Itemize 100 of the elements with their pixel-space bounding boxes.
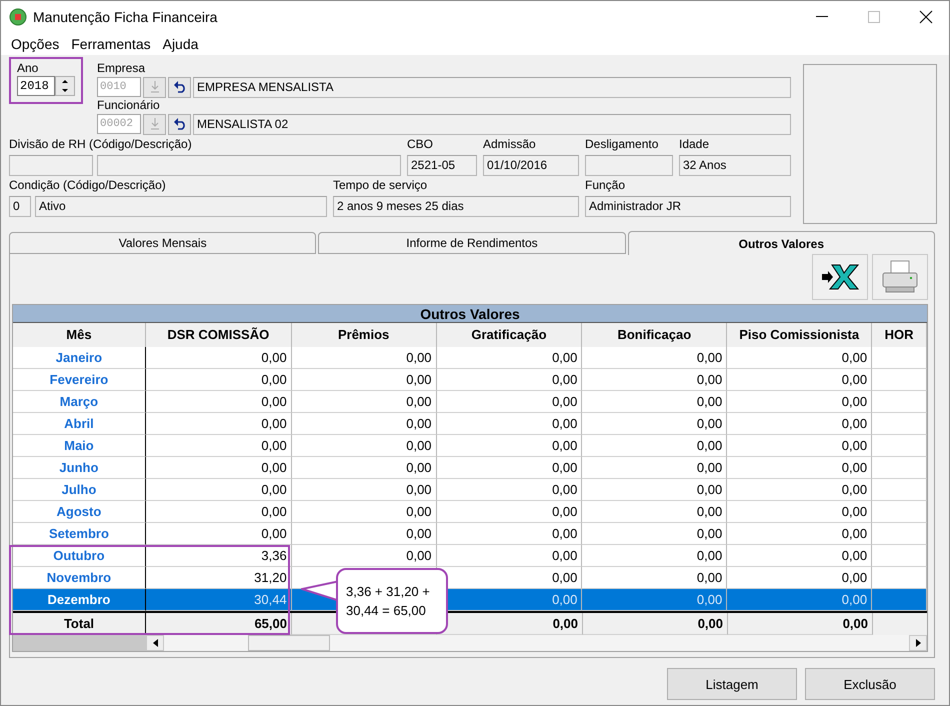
month-cell[interactable]: Novembro	[13, 567, 146, 589]
scroll-left-button[interactable]	[146, 635, 164, 651]
up-arrow-icon	[62, 80, 68, 83]
table-cell: 0,00	[292, 501, 437, 523]
table-cell: 0,00	[727, 545, 872, 567]
code-field[interactable]: 00002	[97, 114, 141, 134]
excel-export-button[interactable]	[812, 254, 868, 300]
table-cell: 0,00	[292, 435, 437, 457]
maximize-icon	[868, 11, 880, 23]
table-cell: 31,20	[146, 567, 292, 589]
field-label: Condição (Código/Descrição)	[9, 178, 167, 193]
table-cell: 0,00	[582, 589, 728, 611]
tab[interactable]: Informe de Rendimentos	[318, 232, 626, 254]
table-cell: 0,00	[727, 435, 872, 457]
table-cell: 0,00	[292, 347, 437, 369]
table-cell: 0,00	[582, 479, 728, 501]
table-cell: 0,00	[727, 413, 872, 435]
menu-item[interactable]: Opções	[5, 36, 66, 52]
undo-button[interactable]	[168, 114, 191, 134]
undo-icon	[172, 81, 186, 93]
table-cell: 0,00	[582, 523, 728, 545]
table-cell: 0,00	[582, 545, 728, 567]
undo-button[interactable]	[168, 76, 191, 98]
month-cell[interactable]: Agosto	[13, 501, 146, 523]
table-cell: 0,00	[582, 347, 728, 369]
scrollbar-thumb[interactable]	[248, 635, 330, 651]
table-cell: 30,44	[146, 589, 292, 611]
tab[interactable]: Outros Valores	[628, 231, 935, 255]
right-arrow-icon	[916, 639, 920, 647]
table-cell: 0,00	[582, 501, 728, 523]
table-cell: 0,00	[146, 501, 292, 523]
action-button[interactable]: Exclusão	[805, 668, 935, 700]
field-label: CBO	[407, 137, 434, 152]
table-cell: 0,00	[582, 567, 728, 589]
table-cell: 0,00	[727, 347, 872, 369]
menu-item[interactable]: Ferramentas	[65, 36, 157, 52]
total-cell: 0,00	[728, 613, 873, 635]
table-cell: 0,00	[436, 347, 582, 369]
table-cell: 0,00	[292, 413, 437, 435]
down-arrow-icon	[62, 89, 68, 92]
table-cell: 0,00	[146, 369, 292, 391]
month-cell[interactable]: Março	[13, 391, 146, 413]
month-cell[interactable]: Setembro	[13, 523, 146, 545]
callout-text: 3,36 + 31,20 + 30,44 = 65,00	[336, 568, 448, 634]
table-cell: 0,00	[436, 523, 582, 545]
table-cell: 0,00	[727, 457, 872, 479]
month-cell[interactable]: Abril	[13, 413, 146, 435]
code-field[interactable]: 0010	[97, 77, 141, 97]
spin-button[interactable]	[55, 76, 75, 96]
month-cell[interactable]: Julho	[13, 479, 146, 501]
table-cell: 0,00	[146, 347, 292, 369]
table-cell: 0,00	[436, 391, 582, 413]
table-cell: 0,00	[582, 457, 728, 479]
table-cell: 0,00	[146, 435, 292, 457]
table-cell: 0,00	[727, 369, 872, 391]
code-field: 0	[9, 196, 31, 217]
field-label: Divisão de RH (Código/Descrição)	[9, 137, 193, 152]
table-cell: 0,00	[582, 435, 728, 457]
table-title: Outros Valores	[13, 305, 927, 323]
table-cell: 0,00	[436, 369, 582, 391]
table-cell: 0,00	[582, 413, 728, 435]
table-cell: 0,00	[582, 391, 728, 413]
table-cell: 0,00	[727, 479, 872, 501]
download-icon	[150, 118, 160, 130]
table-cell: 0,00	[292, 523, 437, 545]
month-cell[interactable]: Outubro	[13, 545, 146, 567]
table-cell: 0,00	[436, 479, 582, 501]
action-button[interactable]: Listagem	[667, 668, 797, 700]
table-cell: 0,00	[146, 523, 292, 545]
description-field: Ativo	[35, 196, 327, 217]
table-cell: 0,00	[292, 369, 437, 391]
field-label: Função	[585, 178, 626, 193]
table-cell: 0,00	[146, 413, 292, 435]
field-label: Idade	[679, 137, 710, 152]
month-cell[interactable]: Janeiro	[13, 347, 146, 369]
tab[interactable]: Valores Mensais	[9, 232, 316, 254]
printer-icon	[880, 259, 920, 295]
month-cell[interactable]: Junho	[13, 457, 146, 479]
month-cell[interactable]: Maio	[13, 435, 146, 457]
table-cell: 0,00	[727, 567, 872, 589]
year-field[interactable]: 2018	[17, 76, 55, 96]
left-arrow-icon	[152, 639, 158, 647]
table-cell: 0,00	[727, 501, 872, 523]
close-icon	[919, 10, 933, 24]
field-label: Funcionário	[97, 98, 161, 113]
minimize-icon	[816, 16, 828, 18]
name-field: MENSALISTA 02	[193, 114, 791, 134]
table-cell: 0,00	[146, 391, 292, 413]
window-title: Manutenção Ficha Financeira	[33, 9, 218, 25]
menu-item[interactable]: Ajuda	[156, 36, 204, 52]
table-cell: 0,00	[292, 457, 437, 479]
column-header: Prêmios	[292, 323, 437, 347]
scroll-right-button[interactable]	[909, 635, 927, 651]
table-cell: 0,00	[727, 391, 872, 413]
table-cell: 0,00	[146, 479, 292, 501]
table-cell: 0,00	[292, 479, 437, 501]
month-cell[interactable]: Fevereiro	[13, 369, 146, 391]
month-cell[interactable]: Dezembro	[13, 589, 146, 611]
table-cell: 0,00	[582, 369, 728, 391]
app-icon	[9, 8, 27, 26]
